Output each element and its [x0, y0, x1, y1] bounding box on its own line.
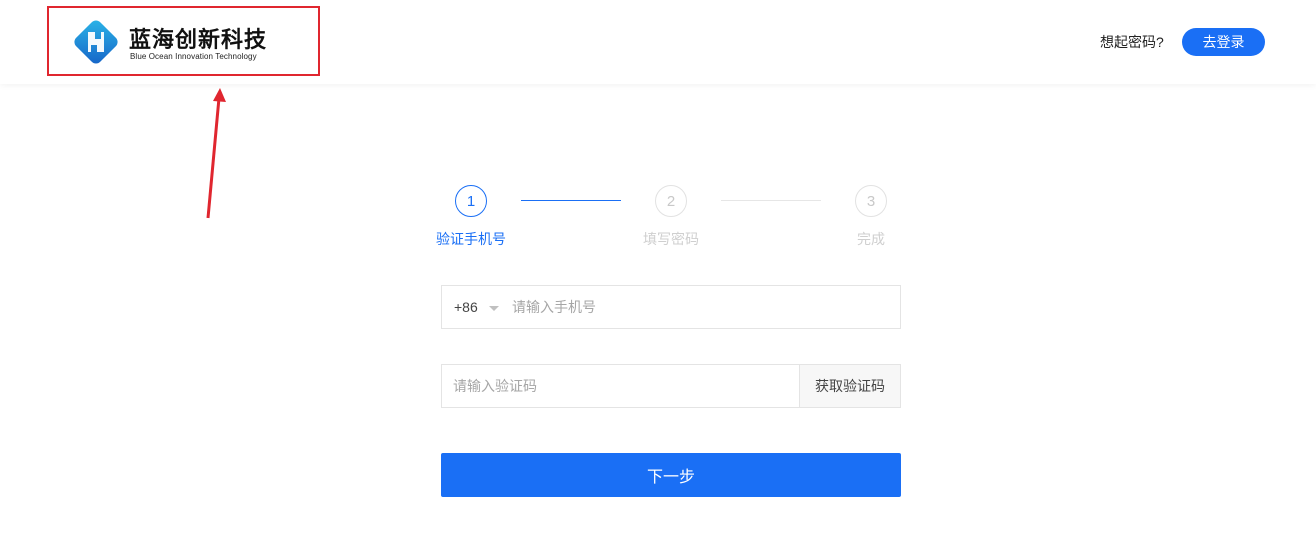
verification-code-input[interactable]: [453, 365, 793, 407]
brand-name-cn: 蓝海创新科技: [129, 27, 268, 52]
logo-highlight-box: 蓝海创新科技 Blue Ocean Innovation Technology: [47, 6, 320, 76]
remember-password-text: 想起密码?: [1100, 34, 1164, 50]
step-2-label: 填写密码: [643, 231, 699, 247]
blue-ocean-logo-icon: [74, 20, 118, 64]
phone-input[interactable]: [512, 286, 892, 328]
go-login-button[interactable]: 去登录: [1182, 28, 1265, 56]
next-step-button[interactable]: 下一步: [441, 453, 901, 497]
code-field: 获取验证码: [441, 364, 901, 408]
step-2-circle: 2: [655, 185, 687, 217]
step-3-label: 完成: [857, 231, 885, 247]
caret-down-icon[interactable]: [489, 306, 499, 311]
country-code-select[interactable]: +86: [454, 299, 478, 315]
step-1-label: 验证手机号: [436, 231, 506, 247]
top-header: 蓝海创新科技 Blue Ocean Innovation Technology …: [0, 0, 1316, 84]
red-arrow-icon: [206, 88, 226, 219]
step-2-connector: [721, 200, 821, 201]
get-code-button[interactable]: 获取验证码: [799, 365, 900, 407]
step-1-connector: [521, 200, 621, 201]
step-1-circle: 1: [455, 185, 487, 217]
step-3-circle: 3: [855, 185, 887, 217]
phone-field: +86: [441, 285, 901, 329]
brand-name-en: Blue Ocean Innovation Technology: [130, 52, 257, 61]
